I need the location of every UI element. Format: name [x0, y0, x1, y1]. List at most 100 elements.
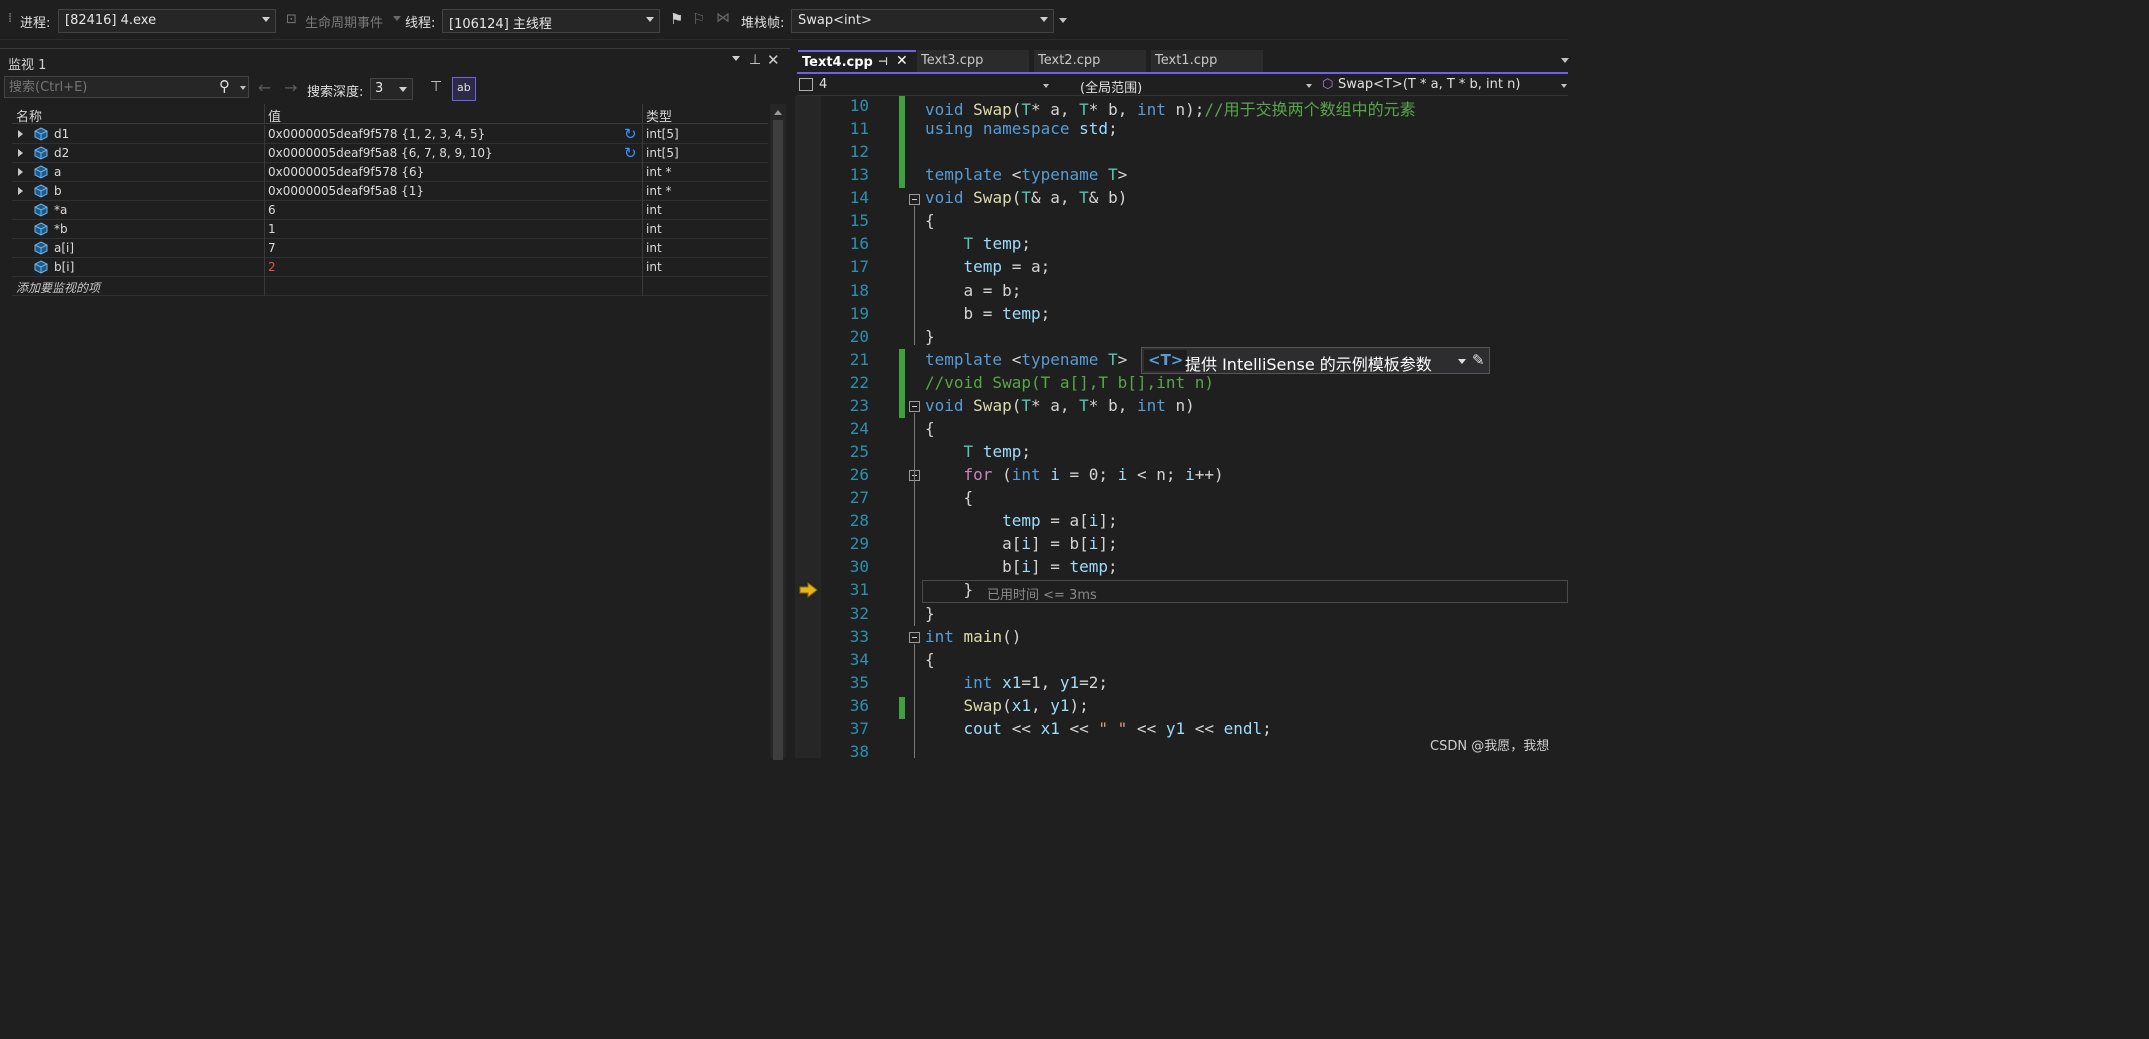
code-text[interactable]: { — [925, 419, 935, 438]
code-text[interactable]: T temp; — [925, 442, 1031, 461]
code-text[interactable]: { — [925, 488, 974, 507]
code-text[interactable]: } — [925, 327, 935, 346]
code-text[interactable]: a[i] = b[i]; — [925, 534, 1118, 553]
code-line[interactable]: 19 b = temp; — [795, 304, 1568, 327]
code-line[interactable]: 22 //void Swap(T a[],T b[],int n) — [795, 373, 1568, 396]
expand-row-icon[interactable] — [18, 149, 23, 157]
code-line[interactable]: 13 template <typename T> — [795, 165, 1568, 188]
search-forward-icon[interactable]: → — [284, 78, 297, 97]
tab-text3[interactable]: Text3.cpp — [917, 50, 1029, 72]
code-text[interactable]: void Swap(T* a, T* b, int n);//用于交换两个数组中… — [925, 96, 1416, 120]
edit-pencil-icon[interactable]: ✎ — [1472, 351, 1485, 369]
watch-value[interactable]: 1 — [268, 222, 276, 236]
thread-dropdown[interactable]: [106124] 主线程 — [442, 9, 660, 33]
search-back-icon[interactable]: ← — [258, 78, 271, 97]
watch-row[interactable]: *a 6 int — [12, 201, 768, 220]
watch-value[interactable]: 0x0000005deaf9f5a8 {1} — [268, 184, 424, 198]
code-line[interactable]: 14 void Swap(T& a, T& b) — [795, 188, 1568, 211]
code-text[interactable]: T temp; — [925, 234, 1031, 253]
tab-overflow-icon[interactable] — [1561, 58, 1569, 63]
watch-value[interactable]: 0x0000005deaf9f5a8 {6, 7, 8, 9, 10} — [268, 146, 493, 160]
code-text[interactable]: template <typename T> — [925, 350, 1127, 369]
code-line[interactable]: 17 temp = a; — [795, 257, 1568, 280]
code-line[interactable]: 29 a[i] = b[i]; — [795, 534, 1568, 557]
close-icon[interactable]: ✕ — [767, 51, 780, 69]
flag-icon[interactable]: ⚑ — [670, 10, 683, 28]
pin-watch-icon[interactable]: ⊤ — [430, 79, 442, 95]
expand-row-icon[interactable] — [18, 168, 23, 176]
watch-row[interactable]: d2 0x0000005deaf9f5a8 {6, 7, 8, 9, 10} ↻ in… — [12, 144, 768, 163]
tab-text4[interactable]: Text4.cpp ⊣ ✕ — [798, 50, 916, 72]
code-line[interactable]: 10 void Swap(T* a, T* b, int n);//用于交换两个数… — [795, 96, 1568, 119]
code-line[interactable]: 12 — [795, 142, 1568, 165]
code-line[interactable]: 27 { — [795, 488, 1568, 511]
code-line[interactable]: 26 for (int i = 0; i < n; i++) — [795, 465, 1568, 488]
code-text[interactable]: void Swap(T& a, T& b) — [925, 188, 1127, 207]
code-text[interactable]: } — [925, 580, 974, 599]
code-line[interactable]: 24 { — [795, 419, 1568, 442]
template-args-bar[interactable]: <T> 提供 IntelliSense 的示例模板参数 ✎ — [1141, 347, 1490, 374]
scope-dropdown[interactable]: (全局范围) — [1064, 76, 1314, 96]
watch-value[interactable]: 0x0000005deaf9f578 {6} — [268, 165, 424, 179]
code-text[interactable]: { — [925, 650, 935, 669]
code-text[interactable]: { — [925, 211, 935, 230]
stackframe-dropdown[interactable]: Swap<int> — [791, 9, 1054, 33]
watch-row[interactable]: a 0x0000005deaf9f578 {6} int * — [12, 163, 768, 182]
template-args-chevron-icon[interactable] — [1458, 359, 1466, 364]
code-text[interactable]: b[i] = temp; — [925, 557, 1118, 576]
flag-threads-icon[interactable]: ⚐ — [692, 10, 705, 28]
code-text[interactable]: int x1=1, y1=2; — [925, 673, 1109, 692]
add-watch-placeholder[interactable]: 添加要监视的项 — [16, 279, 100, 296]
search-depth-dropdown[interactable]: 3 — [370, 78, 413, 100]
code-line[interactable]: 25 T temp; — [795, 442, 1568, 465]
code-text[interactable]: cout << x1 << " " << y1 << endl; — [925, 719, 1272, 738]
elapsed-time-hint[interactable]: 已用时间 <= 3ms — [987, 584, 1097, 603]
code-line[interactable]: 18 a = b; — [795, 281, 1568, 304]
code-line[interactable]: 28 temp = a[i]; — [795, 511, 1568, 534]
code-line[interactable]: 33 int main() — [795, 627, 1568, 650]
watch-search-box[interactable]: ⚲ — [4, 76, 249, 98]
watch-value[interactable]: 0x0000005deaf9f578 {1, 2, 3, 4, 5} — [268, 127, 485, 141]
panel-menu-icon[interactable] — [732, 56, 740, 61]
hex-display-toggle[interactable]: ab — [452, 77, 476, 101]
code-line[interactable]: 15 { — [795, 211, 1568, 234]
expand-row-icon[interactable] — [18, 187, 23, 195]
code-text[interactable]: for (int i = 0; i < n; i++) — [925, 465, 1224, 484]
member-dropdown[interactable]: ⬡ Swap<T>(T * a, T * b, int n) — [1320, 76, 1568, 95]
add-watch-row[interactable]: 添加要监视的项 — [12, 277, 768, 296]
search-options-chevron-icon[interactable] — [240, 86, 246, 90]
watch-value[interactable]: 7 — [268, 241, 276, 255]
code-line[interactable]: 35 int x1=1, y1=2; — [795, 673, 1568, 696]
column-divider[interactable] — [642, 104, 643, 124]
lifecycle-events-button[interactable]: 生命周期事件 — [305, 12, 383, 31]
watch-value[interactable]: 6 — [268, 203, 276, 217]
close-tab-icon[interactable]: ✕ — [896, 53, 908, 69]
search-icon[interactable]: ⚲ — [219, 77, 230, 95]
expand-row-icon[interactable] — [18, 130, 23, 138]
column-divider[interactable] — [264, 104, 265, 124]
watch-search-input[interactable] — [9, 79, 209, 95]
code-text[interactable]: temp = a; — [925, 257, 1051, 276]
watch-row[interactable]: a[i] 7 int — [12, 239, 768, 258]
refresh-icon[interactable]: ↻ — [624, 144, 637, 162]
code-line[interactable]: 32} — [795, 604, 1568, 627]
toolbar-overflow-icon[interactable] — [1059, 18, 1067, 23]
code-text[interactable]: b = temp; — [925, 304, 1051, 323]
code-text[interactable]: a = b; — [925, 281, 1022, 300]
code-text[interactable]: void Swap(T* a, T* b, int n) — [925, 396, 1195, 415]
tab-text1[interactable]: Text1.cpp — [1151, 50, 1263, 72]
column-header-name[interactable]: 名称 — [16, 106, 42, 125]
code-text[interactable]: template <typename T> — [925, 165, 1127, 184]
code-line[interactable]: 23 void Swap(T* a, T* b, int n) — [795, 396, 1568, 419]
code-line[interactable]: 31 } — [795, 580, 1568, 603]
watch-value[interactable]: 2 — [268, 260, 276, 274]
code-text[interactable]: //void Swap(T a[],T b[],int n) — [925, 373, 1214, 392]
watch-row[interactable]: *b 1 int — [12, 220, 768, 239]
watch-row[interactable]: b[i] 2 int — [12, 258, 768, 277]
code-line[interactable]: 11 using namespace std; — [795, 119, 1568, 142]
scroll-thumb[interactable] — [773, 120, 783, 760]
project-dropdown[interactable]: 4 — [799, 76, 1053, 95]
refresh-icon[interactable]: ↻ — [624, 125, 637, 143]
code-text[interactable]: } — [925, 604, 935, 623]
threads-icon[interactable]: ⋈ — [716, 10, 730, 26]
